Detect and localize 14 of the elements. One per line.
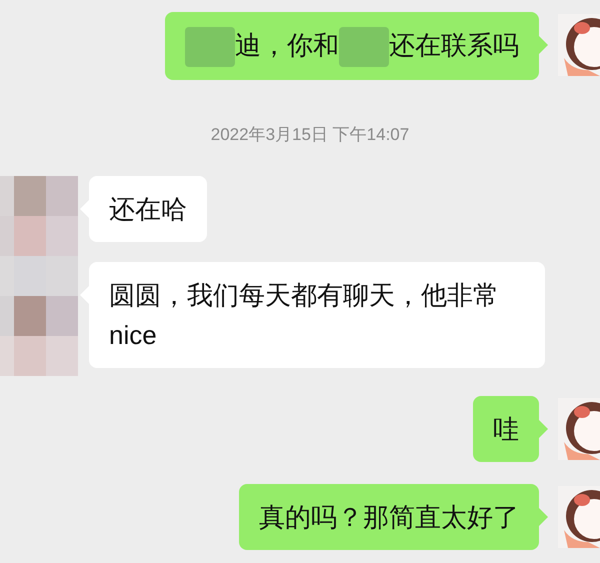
message-bubble: 圆圆，我们每天都有聊天，他非常nice <box>89 262 545 368</box>
redaction-block <box>185 27 235 68</box>
message-text: 迪，你和 <box>235 30 339 60</box>
message-bubble: 真的吗？那简直太好了 <box>239 484 539 550</box>
avatar-icon <box>558 14 600 76</box>
bubble-tail <box>539 508 548 526</box>
message-bubble: 哇 <box>473 396 539 462</box>
timestamp: 2022年3月15日 下午14:07 <box>210 124 410 146</box>
redaction-block <box>339 27 389 68</box>
message-text: 还在联系吗 <box>389 30 519 60</box>
bubble-tail <box>539 420 548 438</box>
message-bubble: 还在哈 <box>89 176 207 242</box>
avatar-icon <box>558 486 600 548</box>
avatar-icon <box>558 398 600 460</box>
